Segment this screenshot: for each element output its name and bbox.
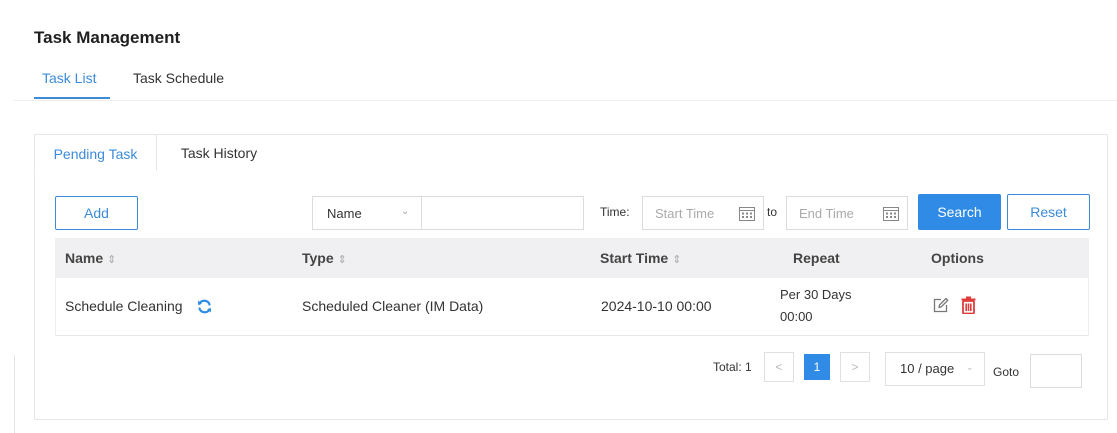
page-title: Task Management xyxy=(34,28,181,47)
sort-icon[interactable]: ⇕ xyxy=(338,254,347,266)
refresh-icon[interactable] xyxy=(196,298,213,315)
chevron-down-icon: ⌄ xyxy=(966,362,974,372)
task-name: Schedule Cleaning xyxy=(65,298,183,314)
pager-total: Total: 1 xyxy=(713,360,752,374)
filter-field-select[interactable]: Name ⌄ xyxy=(312,196,422,230)
next-page-button[interactable]: > xyxy=(840,352,870,382)
start-time-field[interactable]: Start Time xyxy=(642,196,764,230)
end-time-placeholder: End Time xyxy=(799,206,854,221)
task-repeat-line1: Per 30 Days xyxy=(780,287,852,302)
table-row: Schedule Cleaning Scheduled Cleaner (IM … xyxy=(55,278,1089,336)
page-size-value: 10 / page xyxy=(900,361,955,376)
calendar-icon[interactable] xyxy=(739,206,755,221)
tab-pending-task[interactable]: Pending Task xyxy=(34,134,157,171)
chevron-down-icon: ⌄ xyxy=(401,206,410,217)
edit-icon[interactable] xyxy=(932,297,949,314)
page-size-select[interactable]: 10 / page ⌄ xyxy=(885,352,985,386)
calendar-icon[interactable] xyxy=(883,206,899,221)
search-input[interactable] xyxy=(421,196,584,230)
search-button[interactable]: Search xyxy=(918,194,1001,230)
column-name-header[interactable]: Name ⇕ xyxy=(65,250,116,266)
active-tab-underline xyxy=(34,97,110,99)
tab-divider xyxy=(14,100,1117,101)
goto-label: Goto xyxy=(993,365,1020,379)
start-time-placeholder: Start Time xyxy=(655,206,715,221)
left-edge-divider xyxy=(14,355,15,433)
column-repeat-header: Repeat xyxy=(793,250,840,266)
time-label: Time: xyxy=(600,205,630,219)
tab-task-list[interactable]: Task List xyxy=(42,70,96,86)
column-options-header: Options xyxy=(931,250,984,266)
reset-button[interactable]: Reset xyxy=(1007,194,1090,230)
column-type-header[interactable]: Type ⇕ xyxy=(302,250,347,266)
sort-icon[interactable]: ⇕ xyxy=(672,254,681,266)
tab-task-history[interactable]: Task History xyxy=(164,134,274,170)
task-type: Scheduled Cleaner (IM Data) xyxy=(302,298,484,314)
to-label: to xyxy=(767,205,778,219)
table-header: Name ⇕ Type ⇕ Start Time ⇕ Repeat Options xyxy=(55,238,1089,278)
filter-field-value: Name xyxy=(327,206,362,221)
add-button[interactable]: Add xyxy=(55,196,138,230)
task-repeat-line2: 00:00 xyxy=(780,309,813,324)
top-bar xyxy=(0,0,1117,14)
goto-page-input[interactable] xyxy=(1030,354,1082,388)
sub-tabs: Pending Task Task History xyxy=(34,134,1106,171)
page-1-button[interactable]: 1 xyxy=(804,354,830,380)
end-time-field[interactable]: End Time xyxy=(786,196,908,230)
sort-icon[interactable]: ⇕ xyxy=(107,254,116,266)
task-start-time: 2024-10-10 00:00 xyxy=(601,298,712,314)
column-start-time-header[interactable]: Start Time ⇕ xyxy=(600,250,681,266)
prev-page-button[interactable]: < xyxy=(764,352,794,382)
tab-task-schedule[interactable]: Task Schedule xyxy=(133,70,224,86)
delete-icon[interactable] xyxy=(961,296,976,314)
